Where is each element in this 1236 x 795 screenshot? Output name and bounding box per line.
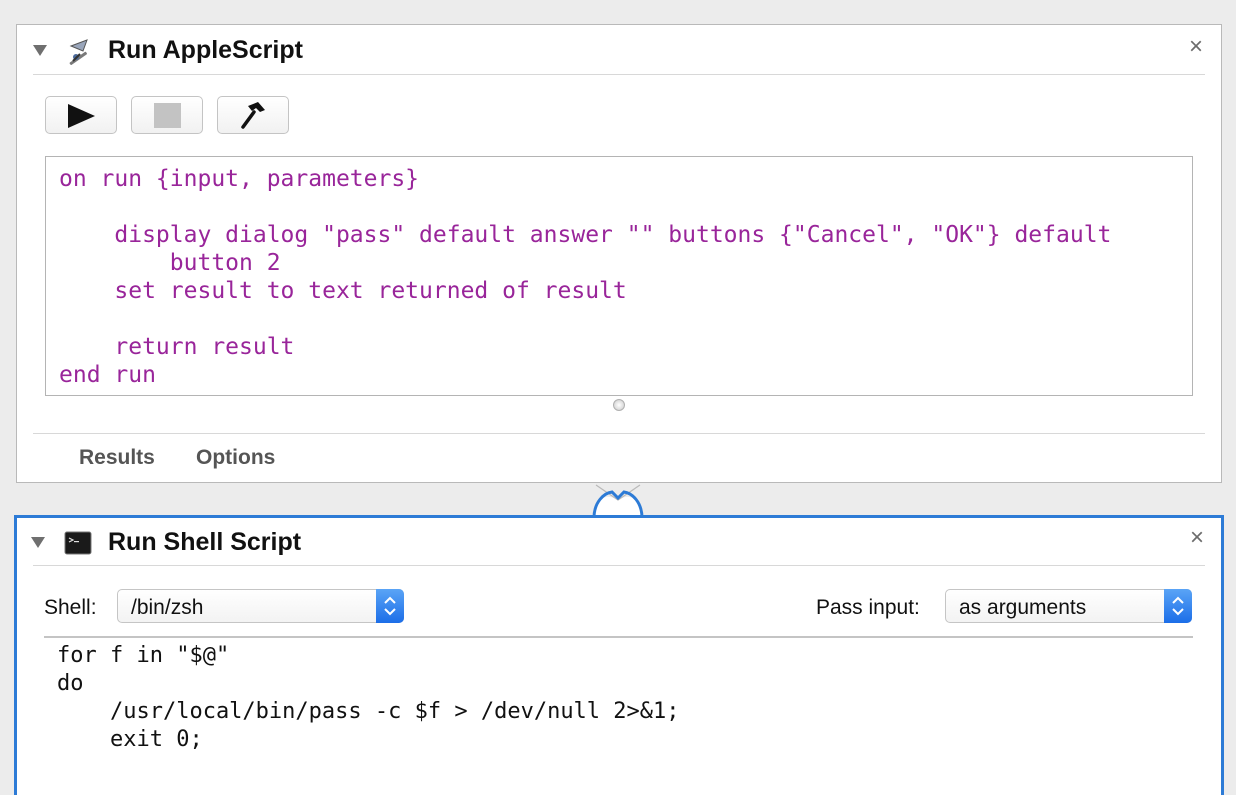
divider [33,433,1205,434]
stop-button[interactable] [131,96,203,134]
shell-value: /bin/zsh [131,596,204,619]
chevron-up-down-icon [376,589,404,623]
run-applescript-action: Run AppleScript × on run {input, paramet… [16,24,1222,483]
action-header: Run Shell Script × [17,518,1221,568]
play-icon [68,104,95,128]
run-button[interactable] [45,96,117,134]
applescript-code[interactable]: on run {input, parameters} display dialo… [59,165,1111,389]
run-shell-script-action: Run Shell Script × Shell: /bin/zsh Pass … [14,515,1224,795]
divider [44,636,1193,638]
close-icon[interactable]: × [1190,526,1204,550]
chevron-up-down-icon [1164,589,1192,623]
pass-input-label: Pass input: [816,596,920,619]
terminal-icon [64,531,92,555]
close-icon[interactable]: × [1189,35,1203,59]
shell-select[interactable]: /bin/zsh [117,589,404,623]
compile-button[interactable] [217,96,289,134]
disclosure-triangle-icon[interactable] [33,45,47,56]
action-header: Run AppleScript × [17,25,1221,75]
hammer-icon [241,102,265,129]
pass-input-select[interactable]: as arguments [945,589,1192,623]
action-title: Run Shell Script [108,528,302,556]
disclosure-triangle-icon[interactable] [31,537,45,548]
divider [33,565,1205,566]
resize-handle[interactable] [613,399,625,411]
applescript-icon [69,39,88,65]
action-title: Run AppleScript [108,36,303,64]
shell-script-code[interactable]: for f in "$@" do /usr/local/bin/pass -c … [57,642,680,754]
stop-icon [154,103,181,128]
shell-label: Shell: [44,596,97,619]
tab-options[interactable]: Options [196,446,275,470]
pass-input-value: as arguments [959,596,1087,619]
applescript-editor[interactable]: on run {input, parameters} display dialo… [45,156,1193,396]
divider [33,74,1205,75]
tab-results[interactable]: Results [79,446,155,470]
